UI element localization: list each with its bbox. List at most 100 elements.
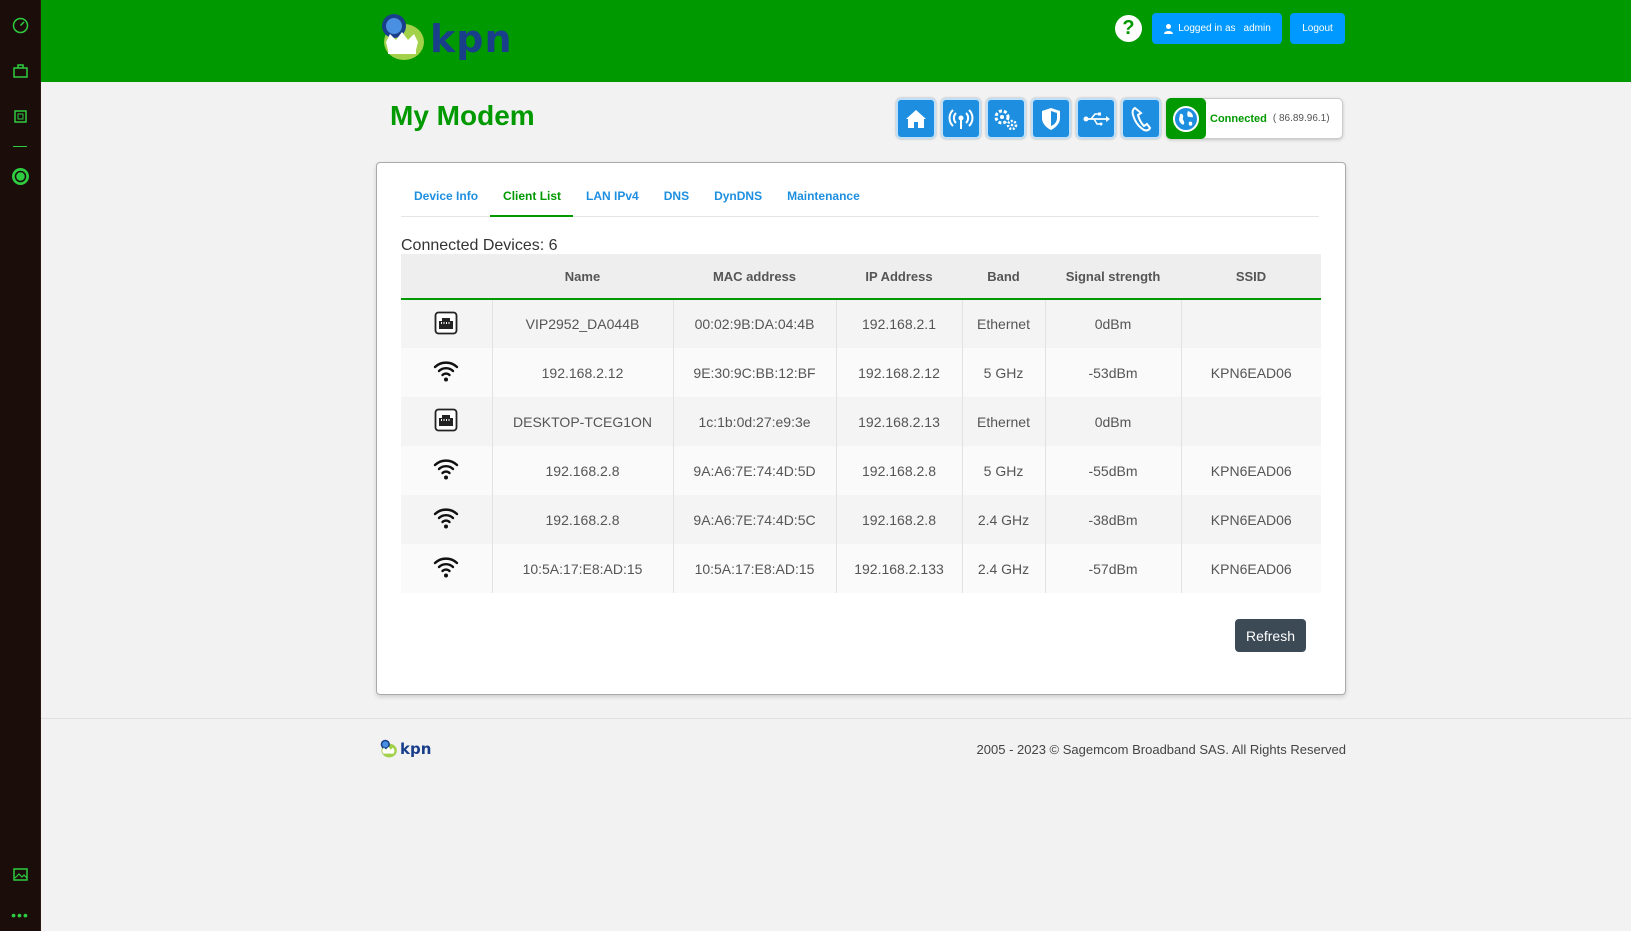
cell-name: VIP2952_DA044B xyxy=(492,299,674,348)
tab-lan-ipv4[interactable]: LAN IPv4 xyxy=(573,179,651,217)
globe-icon xyxy=(1166,98,1206,139)
wifi-icon xyxy=(433,555,459,579)
footer-logo-text: kpn xyxy=(400,740,432,758)
column-header-mac[interactable]: MAC address xyxy=(673,254,836,300)
copyright-text: 2005 - 2023 © Sagemcom Broadband SAS. Al… xyxy=(976,742,1346,757)
bag-icon[interactable] xyxy=(10,60,30,80)
ethernet-icon xyxy=(434,311,458,335)
tab-maintenance[interactable]: Maintenance xyxy=(774,179,872,217)
cell-mac: 1c:1b:0d:27:e9:3e xyxy=(673,397,837,446)
tab-device-info[interactable]: Device Info xyxy=(401,179,490,217)
browser-side-rail: ••• xyxy=(0,0,41,931)
connection-ip: ( 86.89.96.1) xyxy=(1272,113,1330,124)
wifi-icon xyxy=(433,359,459,383)
cell-name: 10:5A:17:E8:AD:15 xyxy=(492,544,674,593)
logout-button[interactable]: Logout xyxy=(1290,13,1345,44)
cell-band: Ethernet xyxy=(962,397,1046,446)
cell-mac: 9A:A6:7E:74:4D:5C xyxy=(673,495,837,544)
column-header-band[interactable]: Band xyxy=(962,254,1045,300)
usb-icon[interactable] xyxy=(1076,98,1116,139)
cell-ssid xyxy=(1181,299,1321,348)
cell-signal: -38dBm xyxy=(1045,495,1182,544)
table-row[interactable]: 192.168.2.8 9A:A6:7E:74:4D:5C 192.168.2.… xyxy=(401,495,1321,544)
cell-signal: 0dBm xyxy=(1045,299,1182,348)
wifi-icon xyxy=(433,457,459,481)
cell-name: 192.168.2.8 xyxy=(492,495,674,544)
tab-bar: Device Info Client List LAN IPv4 DNS Dyn… xyxy=(401,179,1319,217)
table-row[interactable]: 10:5A:17:E8:AD:15 10:5A:17:E8:AD:15 192.… xyxy=(401,544,1321,593)
column-header-name[interactable]: Name xyxy=(492,254,673,300)
footer-kpn-logo[interactable]: kpn xyxy=(378,739,431,759)
cell-signal: -53dBm xyxy=(1045,348,1182,397)
whatsapp-icon[interactable] xyxy=(10,166,30,186)
gallery-icon[interactable] xyxy=(10,864,30,884)
cell-mac: 9A:A6:7E:74:4D:5D xyxy=(673,446,837,495)
cell-band: 2.4 GHz xyxy=(962,495,1046,544)
cell-name: DESKTOP-TCEG1ON xyxy=(492,397,674,446)
cell-ip: 192.168.2.13 xyxy=(836,397,963,446)
tab-dyndns[interactable]: DynDNS xyxy=(701,179,774,217)
column-header-ssid[interactable]: SSID xyxy=(1181,254,1321,300)
home-icon[interactable] xyxy=(896,98,936,139)
column-header-ip[interactable]: IP Address xyxy=(836,254,962,300)
tab-client-list[interactable]: Client List xyxy=(490,179,574,217)
table-row[interactable]: DESKTOP-TCEG1ON 1c:1b:0d:27:e9:3e 192.16… xyxy=(401,397,1321,446)
settings-icon[interactable] xyxy=(986,98,1026,139)
cell-name: 192.168.2.12 xyxy=(492,348,674,397)
rail-divider xyxy=(13,146,27,147)
client-table: Name MAC address IP Address Band Signal … xyxy=(401,254,1321,593)
cell-ip: 192.168.2.133 xyxy=(836,544,963,593)
cell-ip: 192.168.2.8 xyxy=(836,495,963,544)
wifi-icon xyxy=(433,506,459,530)
cell-signal: 0dBm xyxy=(1045,397,1182,446)
cell-ip: 192.168.2.8 xyxy=(836,446,963,495)
cell-ssid: KPN6EAD06 xyxy=(1210,560,1292,577)
shield-icon[interactable] xyxy=(1031,98,1071,139)
cell-ip: 192.168.2.12 xyxy=(836,348,963,397)
table-header-row: Name MAC address IP Address Band Signal … xyxy=(401,254,1321,300)
logged-in-user-button[interactable]: Logged in as admin xyxy=(1152,13,1282,44)
cell-mac: 00:02:9B:DA:04:4B xyxy=(673,299,837,348)
client-list-card: Device Info Client List LAN IPv4 DNS Dyn… xyxy=(376,162,1346,695)
kpn-crown-icon xyxy=(380,739,397,758)
table-row[interactable]: 192.168.2.8 9A:A6:7E:74:4D:5D 192.168.2.… xyxy=(401,446,1321,495)
wireless-icon[interactable] xyxy=(941,98,981,139)
cell-band: 2.4 GHz xyxy=(962,544,1046,593)
ethernet-icon xyxy=(434,408,458,432)
connection-status: Connected xyxy=(1210,112,1267,125)
logo-text: kpn xyxy=(430,17,513,61)
footer-divider xyxy=(41,718,1631,719)
speedometer-icon[interactable] xyxy=(10,15,30,35)
kpn-logo[interactable]: kpn xyxy=(376,12,513,64)
table-row[interactable]: 192.168.2.12 9E:30:9C:BB:12:BF 192.168.2… xyxy=(401,348,1321,397)
user-prefix: Logged in as xyxy=(1178,23,1236,34)
connection-status-box[interactable]: Connected ( 86.89.96.1) xyxy=(1166,98,1343,139)
more-icon[interactable]: ••• xyxy=(10,905,30,925)
tab-dns[interactable]: DNS xyxy=(651,179,701,217)
cell-band: 5 GHz xyxy=(962,348,1046,397)
cell-ssid: KPN6EAD06 xyxy=(1210,511,1292,528)
cell-mac: 9E:30:9C:BB:12:BF xyxy=(673,348,837,397)
chip-icon[interactable] xyxy=(10,106,30,126)
status-toolbar: Connected ( 86.89.96.1) xyxy=(896,98,1343,139)
cell-mac: 10:5A:17:E8:AD:15 xyxy=(673,544,837,593)
cell-ip: 192.168.2.1 xyxy=(836,299,963,348)
column-header-icon xyxy=(401,254,492,300)
connected-devices-count: Connected Devices: 6 xyxy=(401,237,558,254)
kpn-crown-icon xyxy=(382,14,424,60)
page-title: My Modem xyxy=(390,100,535,131)
column-header-signal[interactable]: Signal strength xyxy=(1045,254,1181,300)
refresh-button[interactable]: Refresh xyxy=(1235,619,1306,652)
cell-name: 192.168.2.8 xyxy=(492,446,674,495)
user-name: admin xyxy=(1243,23,1271,34)
cell-signal: -57dBm xyxy=(1045,544,1182,593)
cell-band: Ethernet xyxy=(962,299,1046,348)
cell-ssid xyxy=(1181,397,1321,446)
cell-signal: -55dBm xyxy=(1045,446,1182,495)
phone-icon[interactable] xyxy=(1121,98,1161,139)
header-bar: kpn ? Logged in as admin Logout xyxy=(41,0,1631,82)
table-row[interactable]: VIP2952_DA044B 00:02:9B:DA:04:4B 192.168… xyxy=(401,299,1321,348)
cell-ssid: KPN6EAD06 xyxy=(1210,462,1292,479)
help-button[interactable]: ? xyxy=(1115,15,1142,42)
cell-ssid: KPN6EAD06 xyxy=(1210,364,1292,381)
